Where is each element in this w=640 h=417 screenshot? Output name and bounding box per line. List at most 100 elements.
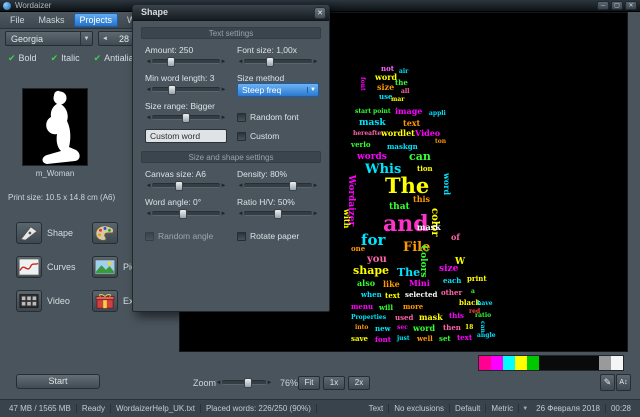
slider-left-icon[interactable]: ◄ [237, 59, 244, 65]
slider-right-icon[interactable]: ► [312, 183, 319, 189]
word-angle-slider[interactable]: ◄ ► [145, 208, 227, 219]
slider-left-icon[interactable]: ◄ [145, 59, 152, 65]
slider-thumb[interactable] [175, 181, 183, 191]
slider-track[interactable] [152, 211, 220, 216]
maximize-button[interactable]: ▢ [611, 1, 623, 10]
video-button[interactable]: Video [16, 290, 70, 312]
slider-right-icon[interactable]: ► [220, 115, 227, 121]
fit-button[interactable]: Fit [298, 376, 320, 390]
slider-right-icon[interactable]: ► [312, 211, 319, 217]
cloud-word: then [443, 324, 461, 331]
color-button[interactable] [92, 222, 118, 244]
custom-word-input[interactable]: Custom word [145, 129, 227, 143]
cloud-word: Video [415, 129, 440, 137]
text-size-tool-button[interactable]: A↕ [616, 374, 631, 391]
font-size-slider[interactable]: ◄ ► [237, 56, 319, 67]
slider-right-icon[interactable]: ► [220, 87, 227, 93]
menu-masks[interactable]: Masks [34, 14, 70, 26]
cloud-word: air [399, 69, 408, 75]
time-label: 00:28 [606, 404, 636, 413]
slider-track[interactable] [152, 183, 220, 188]
font-family-value: Georgia [6, 34, 80, 44]
bold-checkbox[interactable]: ✔ Bold [8, 53, 37, 64]
units-status: Metric [486, 404, 519, 413]
dialog-title-bar[interactable]: Shape ✕ [133, 5, 329, 21]
slider-left-icon[interactable]: ◄ [237, 183, 244, 189]
check-icon: ✔ [94, 53, 102, 64]
slider-thumb[interactable] [289, 181, 297, 191]
custom-checkbox[interactable]: Custom [237, 131, 279, 141]
slider-left-icon[interactable]: ◄ [237, 211, 244, 217]
zoom-1x-button[interactable]: 1x [323, 376, 345, 390]
curves-button[interactable]: Curves [16, 256, 76, 278]
slider-right-icon[interactable]: ► [312, 59, 319, 65]
color-swatch[interactable] [611, 356, 623, 370]
zoom-slider[interactable]: ◄ ► [215, 377, 273, 388]
slider-thumb[interactable] [167, 57, 175, 67]
font-family-select[interactable]: Georgia ▼ [5, 31, 93, 46]
decrease-icon[interactable]: ◄ [99, 32, 111, 45]
italic-checkbox[interactable]: ✔ Italic [51, 53, 80, 64]
slider-track[interactable] [152, 59, 220, 64]
amount-slider[interactable]: ◄ ► [145, 56, 227, 67]
size-range-slider[interactable]: ◄ ► [145, 112, 227, 123]
edit-pen-button[interactable]: ✎ [600, 374, 615, 391]
color-swatch[interactable] [503, 356, 515, 370]
zoom-slider-thumb[interactable] [244, 378, 252, 388]
source-file-label[interactable]: WordaizerHelp_UK.txt [111, 404, 201, 413]
zoom-slider-track[interactable] [222, 380, 266, 385]
close-button[interactable]: ✕ [625, 1, 637, 10]
color-swatch[interactable] [527, 356, 539, 370]
slider-left-icon[interactable]: ◄ [145, 183, 152, 189]
cloud-word: of [451, 233, 460, 241]
cloud-word: start point [355, 109, 391, 115]
color-swatch[interactable] [515, 356, 527, 370]
color-swatch[interactable] [479, 356, 491, 370]
cloud-word: the [395, 79, 408, 86]
calendar-dropdown-icon[interactable]: ▼ [519, 406, 531, 412]
shape-button[interactable]: Shape [16, 222, 73, 244]
slider-thumb[interactable] [266, 57, 274, 67]
slider-track[interactable] [244, 183, 312, 188]
ratio-slider[interactable]: ◄ ► [237, 208, 319, 219]
chevron-down-icon: ▼ [307, 87, 318, 93]
slider-left-icon[interactable]: ◄ [145, 115, 152, 121]
density-label: Density: 80% [237, 169, 287, 179]
zoom-2x-button[interactable]: 2x [348, 376, 370, 390]
color-swatch[interactable] [551, 356, 563, 370]
color-swatch[interactable] [491, 356, 503, 370]
color-swatch[interactable] [539, 356, 551, 370]
random-font-checkbox[interactable]: Random font [237, 112, 299, 122]
slider-track[interactable] [244, 59, 312, 64]
slider-track[interactable] [152, 115, 220, 120]
slider-right-icon[interactable]: ► [220, 59, 227, 65]
color-swatch[interactable] [587, 356, 599, 370]
slider-right-icon[interactable]: ► [220, 211, 227, 217]
menu-file[interactable]: File [5, 14, 30, 26]
slider-left-icon[interactable]: ◄ [145, 211, 152, 217]
size-method-select[interactable]: Steep freq ▼ [237, 83, 319, 97]
mask-thumbnail[interactable] [22, 88, 88, 166]
slider-left-icon[interactable]: ◄ [145, 87, 152, 93]
slider-thumb[interactable] [274, 209, 282, 219]
minimize-button[interactable]: ─ [597, 1, 609, 10]
rotate-paper-checkbox[interactable]: Rotate paper [237, 231, 299, 241]
canvas-size-slider[interactable]: ◄ ► [145, 180, 227, 191]
slider-thumb[interactable] [182, 113, 190, 123]
slider-right-icon[interactable]: ► [220, 183, 227, 189]
slider-track[interactable] [244, 211, 312, 216]
menu-projects[interactable]: Projects [74, 13, 119, 27]
min-word-length-slider[interactable]: ◄ ► [145, 84, 227, 95]
slider-right-icon[interactable]: ► [266, 380, 273, 386]
dialog-close-button[interactable]: ✕ [314, 7, 326, 19]
slider-thumb[interactable] [179, 209, 187, 219]
density-slider[interactable]: ◄ ► [237, 180, 319, 191]
slider-thumb[interactable] [168, 85, 176, 95]
color-swatch[interactable] [599, 356, 611, 370]
slider-left-icon[interactable]: ◄ [215, 380, 222, 386]
start-button[interactable]: Start [16, 374, 100, 389]
cloud-word: with [343, 209, 351, 228]
color-swatch[interactable] [575, 356, 587, 370]
slider-track[interactable] [152, 87, 220, 92]
color-swatch[interactable] [563, 356, 575, 370]
